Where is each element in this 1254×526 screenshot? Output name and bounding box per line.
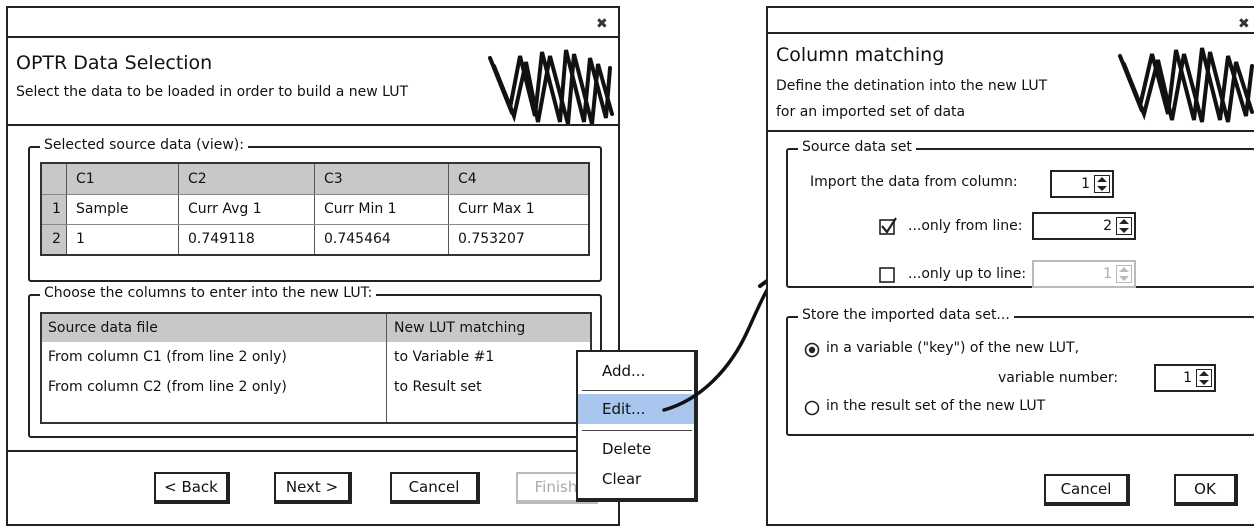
only-from-line-label: ...only from line: <box>908 218 1023 234</box>
menu-divider <box>582 430 692 431</box>
ok-button[interactable]: OK <box>1174 474 1238 506</box>
page-title: Column matching <box>776 44 945 66</box>
page-subtitle: for an imported set of data <box>776 104 966 120</box>
list-item[interactable]: From column C2 (from line 2 only) <box>48 372 287 402</box>
back-button[interactable]: < Back <box>154 472 230 504</box>
group-legend: Selected source data (view): <box>40 137 248 153</box>
result-set-option-label: in the result set of the new LUT <box>826 398 1046 414</box>
choose-columns-group: Choose the columns to enter into the new… <box>28 285 602 438</box>
table-cell[interactable]: 1 <box>76 224 85 254</box>
table-cell[interactable]: Curr Avg 1 <box>188 194 262 224</box>
selected-source-group: Selected source data (view): C1 C2 C3 C4… <box>28 137 602 282</box>
footer-separator <box>8 450 618 452</box>
list-header[interactable]: Source data file <box>48 314 158 343</box>
variable-number-stepper[interactable]: 1 <box>1154 364 1216 392</box>
data-selection-window: ✖ OPTR Data Selection Select the data to… <box>6 6 620 526</box>
grid-line <box>42 194 588 195</box>
column-header[interactable]: C4 <box>458 164 477 194</box>
only-from-line-stepper[interactable]: 2 <box>1032 212 1136 240</box>
column-mapping-list[interactable]: Source data file New LUT matching From c… <box>40 312 592 424</box>
grid-line <box>178 164 179 254</box>
table-cell[interactable]: 0.749118 <box>188 224 255 254</box>
grid-line <box>448 164 449 254</box>
radio-unselected-icon[interactable] <box>804 400 820 416</box>
spinner-arrows-icon[interactable] <box>1116 217 1132 235</box>
page-subtitle: Define the detination into the new LUT <box>776 78 1048 94</box>
list-header[interactable]: New LUT matching <box>394 314 525 343</box>
table-header-row <box>42 164 588 194</box>
variable-number-label: variable number: <box>998 370 1119 386</box>
checkbox-checked-icon[interactable] <box>878 216 898 236</box>
page-title: OPTR Data Selection <box>16 52 213 74</box>
row-number: 2 <box>52 231 61 247</box>
import-column-stepper[interactable]: 1 <box>1050 170 1114 198</box>
column-header[interactable]: C2 <box>188 164 207 194</box>
header-separator <box>768 130 1254 132</box>
only-up-to-line-label: ...only up to line: <box>908 266 1027 282</box>
scribble-logo-icon <box>1118 47 1254 123</box>
table-cell[interactable]: 0.753207 <box>458 224 525 254</box>
checkbox-unchecked-icon[interactable] <box>878 266 898 286</box>
spinner-arrows-icon[interactable] <box>1196 369 1212 387</box>
title-bar-separator <box>768 32 1254 34</box>
header-separator <box>8 124 618 126</box>
spinner-arrows-icon[interactable] <box>1116 265 1132 283</box>
scribble-logo-icon <box>488 49 614 125</box>
stepper-value: 1 <box>1081 176 1090 192</box>
list-item[interactable]: From column C1 (from line 2 only) <box>48 342 287 372</box>
spinner-arrows-icon[interactable] <box>1094 175 1110 193</box>
variable-option-label: in a variable ("key") of the new LUT, <box>826 340 1080 356</box>
list-item[interactable]: to Result set <box>394 372 482 402</box>
cancel-button[interactable]: Cancel <box>390 472 480 504</box>
table-cell[interactable]: Sample <box>76 194 129 224</box>
store-data-set-group: Store the imported data set... in a vari… <box>786 307 1254 436</box>
group-legend: Source data set <box>798 139 916 155</box>
list-item[interactable]: to Variable #1 <box>394 342 494 372</box>
page-subtitle: Select the data to be loaded in order to… <box>16 84 409 100</box>
stepper-value: 2 <box>1103 218 1112 234</box>
table-cell[interactable]: Curr Min 1 <box>324 194 397 224</box>
cancel-button[interactable]: Cancel <box>1044 474 1130 506</box>
source-data-table[interactable]: C1 C2 C3 C4 1 Sample Curr Avg 1 Curr Min… <box>40 162 590 256</box>
stepper-value: 1 <box>1183 370 1192 386</box>
table-cell[interactable]: 0.745464 <box>324 224 391 254</box>
table-cell[interactable]: Curr Max 1 <box>458 194 535 224</box>
menu-item-clear[interactable]: Clear <box>578 464 694 494</box>
grid-line <box>314 164 315 254</box>
import-column-label: Import the data from column: <box>810 174 1018 190</box>
stepper-value: 1 <box>1103 266 1112 282</box>
radio-selected-icon[interactable] <box>804 342 820 358</box>
column-header[interactable]: C1 <box>76 164 95 194</box>
only-up-to-line-stepper[interactable]: 1 <box>1032 260 1136 288</box>
next-button[interactable]: Next > <box>274 472 352 504</box>
close-icon[interactable]: ✖ <box>596 16 608 32</box>
column-matching-window: ✖ Column matching Define the detination … <box>766 6 1254 526</box>
source-data-set-group: Source data set Import the data from col… <box>786 139 1254 288</box>
group-legend: Choose the columns to enter into the new… <box>40 285 377 301</box>
row-number: 1 <box>52 201 61 217</box>
column-header[interactable]: C3 <box>324 164 343 194</box>
grid-line <box>66 164 67 254</box>
group-legend: Store the imported data set... <box>798 307 1014 323</box>
grid-line <box>42 224 588 225</box>
grid-line <box>386 314 387 422</box>
menu-item-delete[interactable]: Delete <box>578 434 694 464</box>
close-icon[interactable]: ✖ <box>1238 16 1250 32</box>
